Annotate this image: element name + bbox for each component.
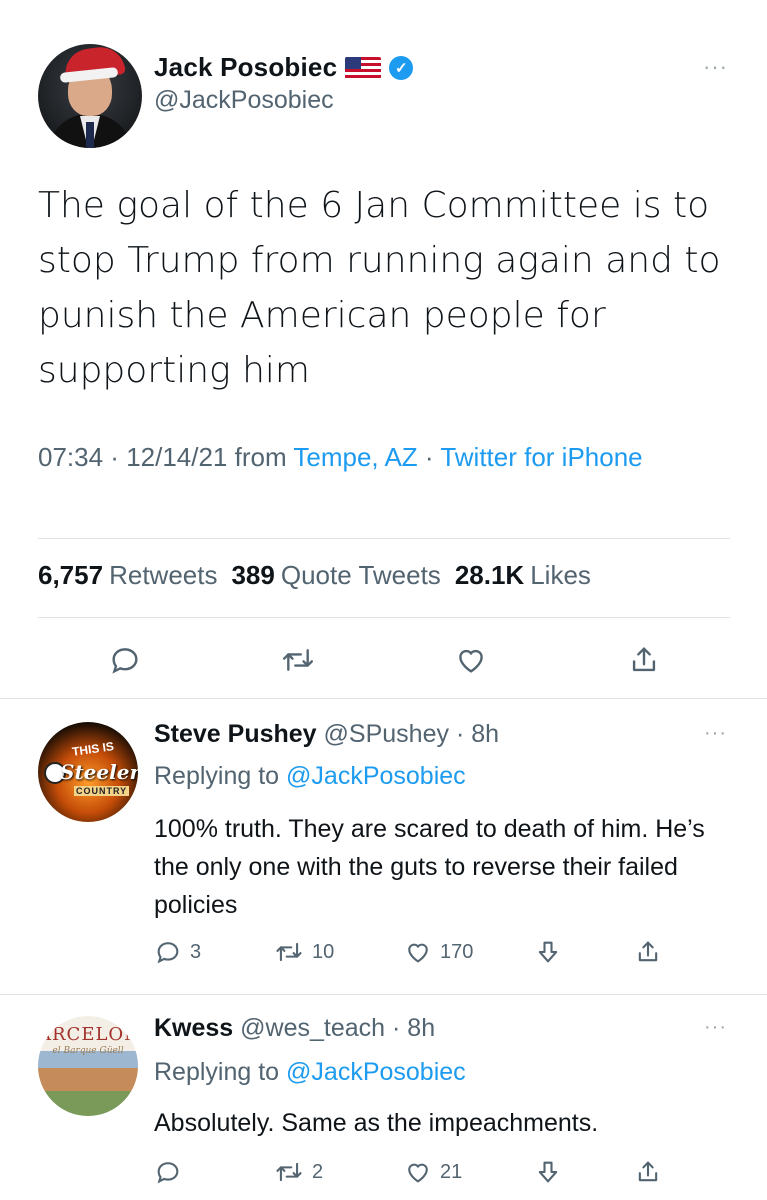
more-options-icon[interactable]: ··· — [703, 54, 728, 80]
share-button[interactable] — [634, 1158, 662, 1186]
retweets-label: Retweets — [109, 560, 218, 590]
share-icon — [638, 1161, 658, 1182]
replying-to: Replying to @JackPosobiec — [154, 1058, 466, 1087]
reply-action-bar: 3 10 170 — [154, 934, 694, 970]
reply-text: Absolutely. Same as the impeachments. — [154, 1109, 599, 1137]
author-name-row: Jack Posobiec ✓ — [154, 52, 414, 83]
likes-stat[interactable]: 28.1K Likes — [455, 560, 591, 591]
retweet-icon[interactable] — [278, 640, 318, 680]
more-options-icon[interactable]: ··· — [704, 722, 727, 745]
like-button[interactable]: 170 — [404, 938, 534, 966]
us-flag-icon — [345, 56, 382, 79]
verified-badge-icon: ✓ — [389, 55, 414, 80]
replying-to-link[interactable]: @JackPosobiec — [286, 762, 466, 790]
reply-header: Steve Pushey @SPushey · 8h — [154, 720, 499, 749]
meta-separator: · — [103, 442, 127, 472]
tweet-detail-page: Jack Posobiec ✓ @JackPosobiec ··· The go… — [0, 0, 767, 1200]
retweet-icon — [276, 1162, 302, 1182]
like-icon — [408, 943, 428, 963]
share-icon — [638, 941, 658, 962]
downvote-button[interactable] — [534, 938, 634, 966]
author-avatar[interactable] — [38, 44, 142, 148]
share-button[interactable] — [634, 938, 662, 966]
reply-tweet[interactable]: THIS IS Steeler COUNTRY Steve Pushey @SP… — [0, 698, 767, 994]
reply-button[interactable]: 3 — [154, 938, 274, 966]
reply-icon[interactable] — [105, 640, 145, 680]
reply-time: · 8h — [449, 720, 500, 748]
tweet-text: The goal of the 6 Jan Committee is to st… — [38, 185, 721, 391]
avatar-text-top: ARCELON — [38, 1024, 138, 1045]
reply-tweet[interactable]: ARCELON el Barque Güell Kwess @wes_teach… — [0, 994, 767, 1200]
reply-text: 100% truth. They are scared to death of … — [154, 815, 705, 919]
meta-from: from — [227, 442, 294, 472]
tweet-time[interactable]: 07:34 — [38, 442, 103, 472]
replying-prefix: Replying to — [154, 1058, 287, 1086]
avatar-text-bottom: COUNTRY — [74, 786, 130, 796]
more-options-icon[interactable]: ··· — [704, 1016, 727, 1039]
reply-author-handle[interactable]: @SPushey — [324, 720, 449, 748]
retweet-count: 2 — [312, 1160, 324, 1183]
likes-label: Likes — [530, 560, 591, 590]
meta-separator: · — [417, 442, 441, 472]
avatar-text-top: THIS IS — [71, 739, 115, 759]
retweets-stat[interactable]: 6,757 Retweets — [38, 560, 217, 591]
reply-count: 3 — [190, 940, 202, 963]
reply-avatar[interactable]: ARCELON el Barque Güell — [38, 1016, 138, 1116]
reply-button[interactable] — [154, 1158, 274, 1186]
quote-tweets-count: 389 — [231, 560, 275, 590]
reply-avatar[interactable]: THIS IS Steeler COUNTRY — [38, 722, 138, 822]
reply-icon — [157, 1162, 179, 1184]
avatar-text-main: Steeler — [60, 760, 138, 784]
quote-tweets-stat[interactable]: 389 Quote Tweets — [231, 560, 440, 591]
retweet-button[interactable]: 2 — [274, 1158, 404, 1186]
downvote-button[interactable] — [534, 1158, 634, 1186]
retweets-count: 6,757 — [38, 560, 104, 590]
like-button[interactable]: 21 — [404, 1158, 534, 1186]
retweet-button[interactable]: 10 — [274, 938, 404, 966]
like-count: 170 — [440, 940, 474, 963]
tweet-location-link[interactable]: Tempe, AZ — [293, 442, 417, 472]
tweet-header: Jack Posobiec ✓ @JackPosobiec ··· — [38, 30, 738, 148]
replying-to-link[interactable]: @JackPosobiec — [286, 1058, 466, 1086]
quote-tweets-label: Quote Tweets — [280, 560, 441, 590]
divider — [38, 617, 730, 618]
downvote-arrow-icon — [538, 941, 558, 963]
reply-author-handle[interactable]: @wes_teach — [240, 1014, 385, 1042]
avatar-text-sub: el Barque Güell — [52, 1046, 124, 1056]
reply-icon — [157, 942, 179, 964]
retweet-count: 10 — [312, 940, 335, 963]
author-handle[interactable]: @JackPosobiec — [154, 86, 334, 115]
share-icon[interactable] — [624, 640, 664, 680]
tweet-stats: 6,757 Retweets 389 Quote Tweets 28.1K Likes — [38, 560, 591, 591]
like-icon[interactable] — [451, 640, 491, 680]
downvote-arrow-icon — [538, 1161, 558, 1183]
retweet-icon — [276, 942, 302, 962]
divider — [38, 538, 730, 539]
reply-author-name[interactable]: Kwess — [154, 1014, 233, 1042]
author-name[interactable]: Jack Posobiec — [154, 52, 337, 83]
tweet-date[interactable]: 12/14/21 — [126, 442, 227, 472]
reply-header: Kwess @wes_teach · 8h — [154, 1014, 435, 1043]
replying-to: Replying to @JackPosobiec — [154, 762, 466, 791]
likes-count: 28.1K — [454, 560, 525, 590]
tweet-client-link[interactable]: Twitter for iPhone — [440, 442, 642, 472]
like-icon — [408, 1163, 428, 1183]
reply-time: · 8h — [385, 1014, 436, 1042]
replying-prefix: Replying to — [154, 762, 287, 790]
tweet-meta: 07:34 · 12/14/21 from Tempe, AZ · Twitte… — [38, 438, 738, 477]
tweet-action-bar — [38, 638, 730, 682]
like-count: 21 — [440, 1160, 463, 1183]
avatar-tie — [86, 122, 94, 148]
reply-author-name[interactable]: Steve Pushey — [154, 720, 317, 748]
reply-action-bar: 2 21 — [154, 1154, 694, 1190]
